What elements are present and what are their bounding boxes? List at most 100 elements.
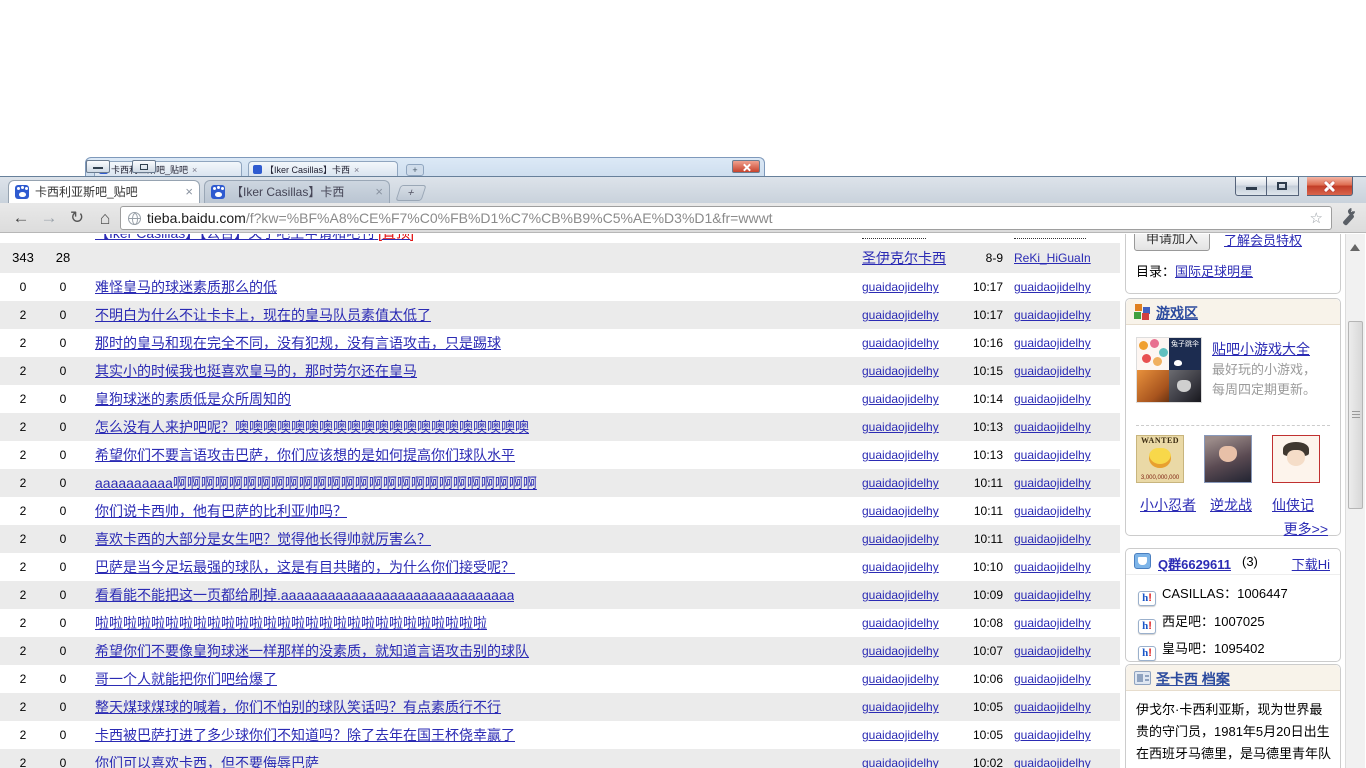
last-replier-link[interactable]: guaidaojidelhy xyxy=(1014,553,1118,581)
maximize-button[interactable] xyxy=(1267,177,1299,196)
scrollbar[interactable] xyxy=(1345,234,1365,768)
apply-join-button[interactable]: 申请加入 xyxy=(1134,234,1210,251)
thread-title-link[interactable]: 希望你们不要像皇狗球迷一样那样的没素质，就知道言语攻击别的球队 xyxy=(95,637,529,665)
thread-title-link[interactable]: 那时的皇马和现在完全不同，没有犯规，没有言语攻击，只是踢球 xyxy=(95,329,501,357)
last-replier-link[interactable]: guaidaojidelhy xyxy=(1014,413,1118,441)
maximize-button[interactable] xyxy=(132,160,156,173)
profile-section-title-link[interactable]: 圣卡西 档案 xyxy=(1156,669,1230,689)
last-replier-link[interactable]: guaidaojidelhy xyxy=(1014,329,1118,357)
thread-title-link[interactable]: aaaaaaaaaa啊啊啊啊啊啊啊啊啊啊啊啊啊啊啊啊啊啊啊啊啊啊啊啊啊啊 xyxy=(95,469,537,497)
new-tab-button[interactable]: + xyxy=(395,185,427,201)
new-tab-button[interactable]: + xyxy=(406,164,424,176)
thread-title-link[interactable]: 【Iker Casillas】【公告】关于吧主申请和吧刊 [置顶] xyxy=(95,234,414,242)
author-link[interactable]: guaidaojidelhy xyxy=(862,413,962,441)
wrench-icon[interactable] xyxy=(1338,206,1357,227)
last-replier-link[interactable]: guaidaojidelhy xyxy=(1014,469,1118,497)
author-link[interactable]: guaidaojidelhy xyxy=(862,357,962,385)
table-row: 0 0 难怪皇马的球迷素质那么的低 guaidaojidelhy 10:17 guaida… xyxy=(0,273,1120,301)
author-link[interactable]: guaidaojidelhy xyxy=(862,609,962,637)
close-button[interactable] xyxy=(1307,177,1353,196)
thread-title-link[interactable]: 皇狗球迷的素质低是众所周知的 xyxy=(95,385,291,413)
author-link[interactable]: guaidaojidelhy xyxy=(862,329,962,357)
back-icon[interactable]: ← xyxy=(8,206,34,230)
last-replier-link[interactable]: guaidaojidelhy xyxy=(1014,357,1118,385)
url-bar[interactable]: tieba.baidu.com/f?kw=%BF%A8%CE%F7%C0%FB%… xyxy=(120,206,1332,230)
author-link[interactable]: guaidaojidelhy xyxy=(862,637,962,665)
last-replier-link[interactable] xyxy=(1014,238,1086,239)
thread-title-link[interactable]: 巴萨是当今足坛最强的球队，这是有目共睹的，为什么你们接受呢？ xyxy=(95,553,515,581)
thread-title-link[interactable]: 喜欢卡西的大部分是女生吧？觉得他长得帅就厉害么？ xyxy=(95,525,431,553)
tab-close-icon[interactable]: × xyxy=(354,165,359,175)
bookmark-star-icon[interactable]: ☆ xyxy=(1310,208,1323,230)
author-link[interactable]: guaidaojidelhy xyxy=(862,385,962,413)
author-link[interactable] xyxy=(862,238,926,239)
qgroup-title-link[interactable]: Q群6629611 xyxy=(1158,554,1231,573)
tab-close-icon[interactable]: × xyxy=(192,165,197,175)
author-link[interactable]: guaidaojidelhy xyxy=(862,525,962,553)
tab-close-icon[interactable]: × xyxy=(375,181,383,203)
thread-title-link[interactable]: 难怪皇马的球迷素质那么的低 xyxy=(95,273,277,301)
tab-close-icon[interactable]: × xyxy=(185,181,193,203)
game-thumb-nilongzhan[interactable] xyxy=(1204,435,1252,483)
scrollbar-thumb[interactable] xyxy=(1348,321,1363,509)
last-replier-link[interactable]: guaidaojidelhy xyxy=(1014,609,1118,637)
last-replier-link[interactable]: ReKi_HiGuaIn xyxy=(1014,243,1118,273)
last-replier-link[interactable]: guaidaojidelhy xyxy=(1014,273,1118,301)
author-link[interactable]: guaidaojidelhy xyxy=(862,693,962,721)
member-perks-link[interactable]: 了解会员特权 xyxy=(1224,234,1302,249)
author-link[interactable]: guaidaojidelhy xyxy=(862,469,962,497)
games-main-link[interactable]: 贴吧小游戏大全 xyxy=(1212,339,1310,359)
last-replier-link[interactable]: guaidaojidelhy xyxy=(1014,525,1118,553)
author-link[interactable]: guaidaojidelhy xyxy=(862,497,962,525)
last-replier-link[interactable]: guaidaojidelhy xyxy=(1014,441,1118,469)
thread-title-link[interactable]: 你们可以喜欢卡西，但不要侮辱巴萨 xyxy=(95,749,319,768)
last-replier-link[interactable]: guaidaojidelhy xyxy=(1014,721,1118,749)
minimize-button[interactable] xyxy=(1235,177,1267,196)
game-link[interactable]: 小小忍者 xyxy=(1140,495,1196,515)
game-thumb-wanted[interactable]: WANTED 3,000,000,000 xyxy=(1136,435,1184,483)
game-link[interactable]: 逆龙战 xyxy=(1210,495,1252,515)
forward-icon[interactable]: → xyxy=(36,206,62,230)
home-icon[interactable]: ⌂ xyxy=(92,206,118,230)
author-link[interactable]: guaidaojidelhy xyxy=(862,273,962,301)
tab-casillas-bar[interactable]: 卡西利亚斯吧_贴吧 × xyxy=(8,180,200,203)
scroll-up-arrow[interactable] xyxy=(1350,244,1360,251)
last-replier-link[interactable]: guaidaojidelhy xyxy=(1014,385,1118,413)
thread-title-link[interactable]: 哥一个人就能把你们吧给爆了 xyxy=(95,665,277,693)
last-replier-link[interactable]: guaidaojidelhy xyxy=(1014,665,1118,693)
directory-link[interactable]: 国际足球明星 xyxy=(1175,264,1253,279)
thread-title-link[interactable]: 啦啦啦啦啦啦啦啦啦啦啦啦啦啦啦啦啦啦啦啦啦啦啦啦啦啦啦啦 xyxy=(95,609,487,637)
last-replier-link[interactable]: guaidaojidelhy xyxy=(1014,749,1118,768)
author-link[interactable]: guaidaojidelhy xyxy=(862,749,962,768)
author-link[interactable]: guaidaojidelhy xyxy=(862,553,962,581)
tab-iker-casillas[interactable]: 【Iker Casillas】卡西 × xyxy=(204,180,390,203)
thread-title-link[interactable]: 不明白为什么不让卡卡上，现在的皇马队员素值太低了 xyxy=(95,301,431,329)
thread-title-link[interactable]: 你们说卡西帅，他有巴萨的比利亚帅吗？ xyxy=(95,497,347,525)
thread-title-link[interactable]: 卡西被巴萨打进了多少球你们不知道吗？除了去年在国王杯侥幸赢了 xyxy=(95,721,515,749)
thread-title-link[interactable]: 其实小的时候我也挺喜欢皇马的，那时劳尔还在皇马 xyxy=(95,357,417,385)
reload-icon[interactable]: ↻ xyxy=(64,206,90,230)
game-link[interactable]: 仙侠记 xyxy=(1272,495,1314,515)
game-thumb-xianxiaji[interactable] xyxy=(1272,435,1320,483)
minimize-button[interactable] xyxy=(86,160,110,173)
author-link[interactable]: guaidaojidelhy xyxy=(862,581,962,609)
games-collage-image[interactable]: 兔子跳伞 xyxy=(1136,337,1202,403)
col2-count: 0 xyxy=(59,476,67,490)
thread-title-link[interactable]: 看看能不能把这一页都给刷掉.aaaaaaaaaaaaaaaaaaaaaaaaaa… xyxy=(95,581,514,609)
last-replier-link[interactable]: guaidaojidelhy xyxy=(1014,693,1118,721)
author-link[interactable]: guaidaojidelhy xyxy=(862,721,962,749)
last-replier-link[interactable]: guaidaojidelhy xyxy=(1014,581,1118,609)
last-replier-link[interactable]: guaidaojidelhy xyxy=(1014,301,1118,329)
thread-title-link[interactable]: 整天煤球煤球的喊着，你们不怕别的球队笑话吗？有点素质行不行 xyxy=(95,693,501,721)
games-section-title-link[interactable]: 游戏区 xyxy=(1156,303,1198,323)
author-link[interactable]: guaidaojidelhy xyxy=(862,441,962,469)
last-replier-link[interactable]: guaidaojidelhy xyxy=(1014,497,1118,525)
author-link[interactable]: guaidaojidelhy xyxy=(862,665,962,693)
last-replier-link[interactable]: guaidaojidelhy xyxy=(1014,637,1118,665)
more-games-link[interactable]: 更多>> xyxy=(1284,519,1328,539)
author-link[interactable]: guaidaojidelhy xyxy=(862,301,962,329)
download-hi-link[interactable]: 下载Hi xyxy=(1292,554,1330,573)
close-button[interactable] xyxy=(732,160,760,173)
thread-title-link[interactable]: 希望你们不要言语攻击巴萨，你们应该想的是如何提高你们球队水平 xyxy=(95,441,515,469)
thread-title-link[interactable]: 怎么没有人来护吧呢？噢噢噢噢噢噢噢噢噢噢噢噢噢噢噢噢噢噢噢噢噢 xyxy=(95,413,529,441)
